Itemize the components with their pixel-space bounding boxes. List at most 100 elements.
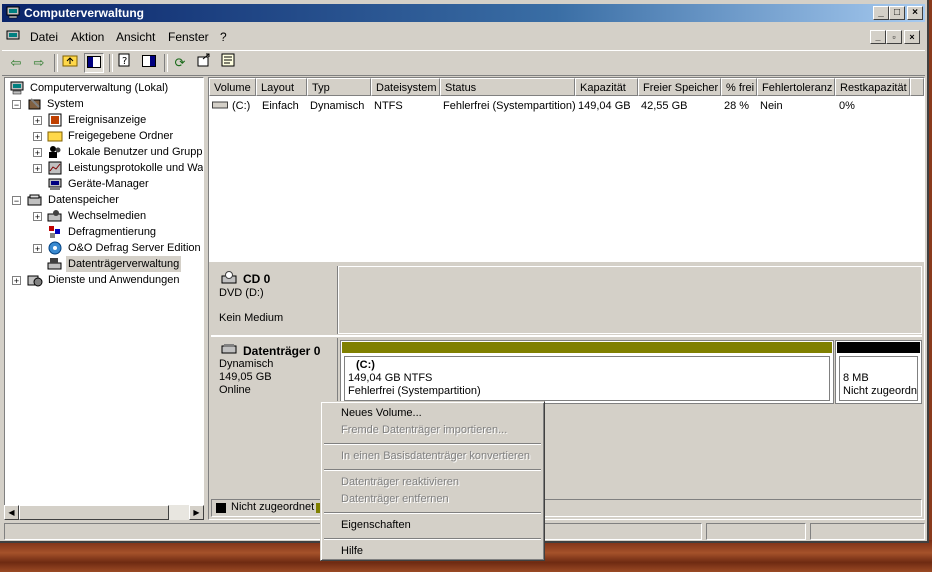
users-icon: [49, 146, 61, 158]
column-volume[interactable]: Volume: [209, 78, 256, 96]
disk-size: 149,05 GB: [219, 371, 272, 383]
tree-item-label: O&O Defrag Server Edition: [68, 242, 201, 254]
menu-item-datentraeger-entfernen: Datenträger entfernen: [341, 493, 449, 505]
disk-graphical-view: CD 0 DVD (D:) Kein Medium Datenträger 0 …: [209, 266, 924, 519]
disk-management-icon: [47, 258, 62, 270]
tree-horizontal-scrollbar[interactable]: ◀ ▶: [4, 505, 204, 520]
tree-expander[interactable]: −: [12, 196, 21, 206]
tree-expander[interactable]: +: [33, 244, 42, 254]
column-filler: [910, 78, 924, 96]
menu-item-neues-volume[interactable]: Neues Volume...: [341, 405, 422, 421]
disk-info-disk0[interactable]: Datenträger 0 Dynamisch 149,05 GB Online: [211, 338, 338, 406]
tree-expander[interactable]: +: [33, 148, 42, 158]
scroll-right-icon[interactable]: ▶: [189, 505, 204, 520]
tree-item-label: Leistungsprotokolle und Warnungen: [68, 162, 204, 174]
menu-ansicht[interactable]: Ansicht: [116, 30, 155, 44]
status-panel: [706, 523, 806, 540]
column-fehlertoleranz[interactable]: Fehlertoleranz: [757, 78, 835, 96]
show-hide-actionpane-icon[interactable]: [139, 53, 159, 73]
tree-expander[interactable]: +: [33, 164, 42, 174]
event-viewer-icon: [48, 113, 62, 127]
removable-storage-icon: [47, 210, 62, 222]
maximize-button[interactable]: □: [889, 6, 905, 20]
menu-fenster[interactable]: Fenster: [168, 30, 209, 44]
minimize-button[interactable]: _: [873, 6, 889, 20]
menu-item-datentraeger-reaktivieren: Datenträger reaktivieren: [341, 476, 460, 488]
properties-icon[interactable]: ?: [115, 53, 135, 73]
column-kapazitaet[interactable]: Kapazität: [575, 78, 638, 96]
mdi-minimize-button[interactable]: _: [870, 30, 886, 44]
toolbar-separator: [164, 54, 168, 72]
tree-expander[interactable]: −: [12, 100, 21, 110]
up-folder-icon[interactable]: [60, 53, 80, 73]
scroll-thumb[interactable]: [19, 505, 169, 520]
details-pane: Volume Layout Typ Dateisystem Status Kap…: [208, 77, 925, 520]
mdi-close-button[interactable]: ×: [904, 30, 920, 44]
volume-drive-icon: [212, 101, 228, 109]
status-panel: [810, 523, 925, 540]
help-icon[interactable]: [218, 53, 238, 73]
column-layout[interactable]: Layout: [256, 78, 307, 96]
volume-unallocated[interactable]: 8 MB Nicht zugeordnet: [835, 340, 922, 404]
tree-item-label: Freigegebene Ordner: [68, 130, 174, 142]
defragmenter-icon: [49, 226, 60, 238]
oo-defrag-icon: [48, 241, 62, 255]
cell-layout: Einfach: [262, 100, 299, 112]
performance-logs-icon: [48, 161, 62, 175]
volume-c-frame: (C:) 149,04 GB NTFS Fehlerfrei (Systempa…: [344, 356, 830, 401]
menu-separator: [324, 443, 541, 445]
column-restkapazitaet[interactable]: Restkapazität: [835, 78, 910, 96]
mdi-restore-button[interactable]: ▫: [886, 30, 902, 44]
refresh-icon[interactable]: ⟳: [170, 53, 190, 73]
tree-item-label: Wechselmedien: [68, 210, 147, 222]
tree-item-label: Dienste und Anwendungen: [48, 274, 180, 286]
column-typ[interactable]: Typ: [307, 78, 371, 96]
menu-bar: Datei Aktion Ansicht Fenster ? _ ▫ ×: [2, 26, 925, 48]
disk-status: Kein Medium: [219, 312, 284, 324]
cell-status: Fehlerfrei (Systempartition): [443, 100, 576, 112]
title-bar[interactable]: Computerverwaltung _ □ ×: [2, 4, 925, 22]
toolbar-separator: [109, 54, 113, 72]
column-freier-speicher[interactable]: Freier Speicher: [638, 78, 721, 96]
show-hide-tree-icon[interactable]: [84, 53, 104, 73]
tree-expander[interactable]: +: [33, 116, 42, 126]
device-manager-icon: [48, 178, 62, 190]
services-icon: [27, 275, 43, 287]
menu-datei[interactable]: Datei: [30, 30, 58, 44]
tree-item-label: Ereignisanzeige: [68, 114, 147, 126]
volume-label: (C:): [356, 359, 375, 371]
disk-info-cd0[interactable]: CD 0 DVD (D:) Kein Medium: [211, 266, 338, 334]
legend-swatch: [216, 503, 226, 513]
volume-status: Nicht zugeordnet: [843, 385, 918, 397]
mmc-document-icon[interactable]: [6, 30, 20, 43]
column-dateisystem[interactable]: Dateisystem: [371, 78, 440, 96]
menu-item-fremde-datentraeger-importieren: Fremde Datenträger importieren...: [341, 424, 508, 436]
menu-aktion[interactable]: Aktion: [71, 30, 104, 44]
back-icon[interactable]: ⇦: [6, 53, 26, 73]
legend-label: Nicht zugeordnet: [231, 501, 315, 513]
tree-expander[interactable]: +: [33, 132, 42, 142]
volume-size: 149,04 GB NTFS: [348, 372, 433, 384]
column-prozent-frei[interactable]: % frei: [721, 78, 757, 96]
disk-type: Dynamisch: [219, 358, 274, 370]
cell-dateisystem: NTFS: [374, 100, 403, 112]
cell-restkapazitaet: 0%: [839, 100, 855, 112]
menu-separator: [324, 538, 541, 540]
menu-item-eigenschaften[interactable]: Eigenschaften: [341, 517, 411, 533]
menu-help[interactable]: ?: [220, 30, 227, 44]
volume-unallocated-color-bar: [837, 342, 920, 353]
tree-expander[interactable]: +: [12, 276, 21, 286]
list-header: Volume Layout Typ Dateisystem Status Kap…: [209, 78, 924, 96]
forward-icon[interactable]: ⇨: [29, 53, 49, 73]
cd0-empty-area[interactable]: [338, 266, 922, 334]
tree-expander[interactable]: +: [33, 212, 42, 222]
window-title: Computerverwaltung: [24, 6, 145, 20]
close-button[interactable]: ×: [907, 6, 923, 20]
volume-c-partition[interactable]: (C:) 149,04 GB NTFS Fehlerfrei (Systempa…: [340, 340, 834, 404]
column-status[interactable]: Status: [440, 78, 575, 96]
menu-item-hilfe[interactable]: Hilfe: [341, 543, 363, 559]
scroll-left-icon[interactable]: ◀: [4, 505, 19, 520]
computer-icon: [6, 6, 20, 19]
export-icon[interactable]: [194, 53, 214, 73]
computer-icon: [10, 81, 24, 95]
